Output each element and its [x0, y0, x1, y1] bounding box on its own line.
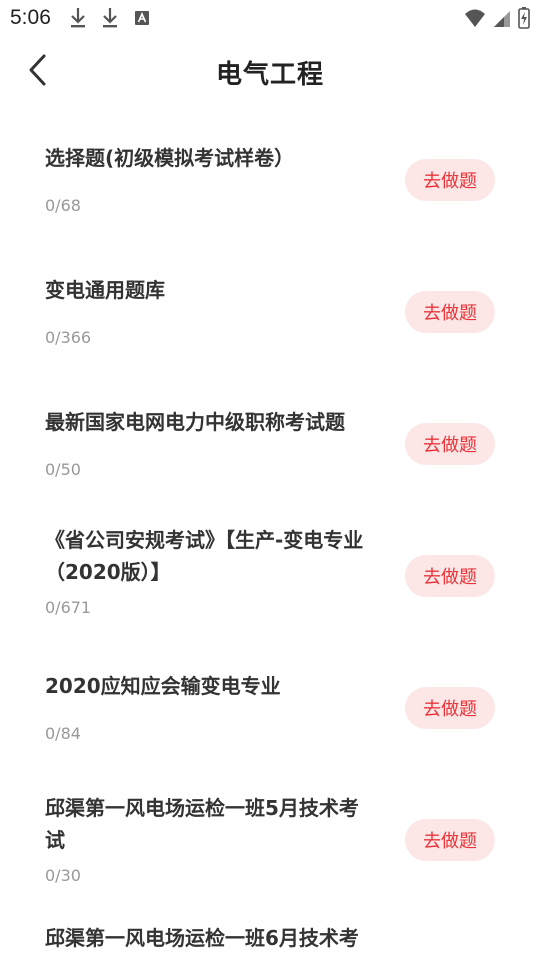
- list-item[interactable]: 2020应知应会输变电专业 0/84 去做题: [0, 642, 540, 774]
- download-icon: [68, 6, 88, 30]
- item-title: 邱渠第一风电场运检一班5月技术考试: [45, 796, 359, 852]
- signal-icon: [492, 8, 512, 33]
- list-item[interactable]: 邱渠第一风电场运检一班5月技术考试 0/30 去做题: [0, 774, 540, 906]
- item-title: 选择题(初级模拟考试样卷）: [45, 146, 295, 170]
- item-progress: 0/68: [45, 196, 81, 215]
- list-item[interactable]: 变电通用题库 0/366 去做题: [0, 246, 540, 378]
- item-progress: 0/366: [45, 328, 92, 347]
- list-item[interactable]: 《省公司安规考试》【生产-变电专业（2020版）】 0/671 去做题: [0, 510, 540, 642]
- list-item[interactable]: 选择题(初级模拟考试样卷） 0/68 去做题: [0, 114, 540, 246]
- item-title: 《省公司安规考试》【生产-变电专业（2020版）】: [45, 528, 364, 584]
- do-exercise-button[interactable]: 去做题: [405, 819, 495, 861]
- wifi-icon: [464, 8, 486, 33]
- nav-bar: 电气工程: [0, 36, 540, 108]
- page-title: 电气工程: [215, 60, 324, 90]
- status-icons-right: [464, 7, 530, 34]
- do-exercise-button[interactable]: 去做题: [405, 159, 495, 201]
- download-icon: [100, 6, 120, 30]
- item-progress: 0/30: [45, 866, 81, 885]
- list-item[interactable]: 最新国家电网电力中级职称考试题 0/50 去做题: [0, 378, 540, 510]
- status-bar: 5:06: [0, 0, 540, 36]
- item-progress: 0/50: [45, 460, 81, 479]
- status-time: 5:06: [10, 6, 51, 29]
- list-item[interactable]: 邱渠第一风电场运检一班6月技术考: [0, 906, 540, 948]
- item-title: 变电通用题库: [45, 278, 165, 302]
- text-a-icon: [132, 6, 152, 30]
- status-icons-left: [68, 6, 152, 30]
- do-exercise-button[interactable]: 去做题: [405, 291, 495, 333]
- do-exercise-button[interactable]: 去做题: [405, 687, 495, 729]
- item-progress: 0/671: [45, 598, 92, 617]
- item-progress: 0/84: [45, 724, 81, 743]
- do-exercise-button[interactable]: 去做题: [405, 423, 495, 465]
- do-exercise-button[interactable]: 去做题: [405, 555, 495, 597]
- item-title: 最新国家电网电力中级职称考试题: [45, 410, 345, 434]
- battery-icon: [518, 7, 530, 34]
- item-title: 邱渠第一风电场运检一班6月技术考: [45, 926, 359, 948]
- item-title: 2020应知应会输变电专业: [45, 674, 281, 698]
